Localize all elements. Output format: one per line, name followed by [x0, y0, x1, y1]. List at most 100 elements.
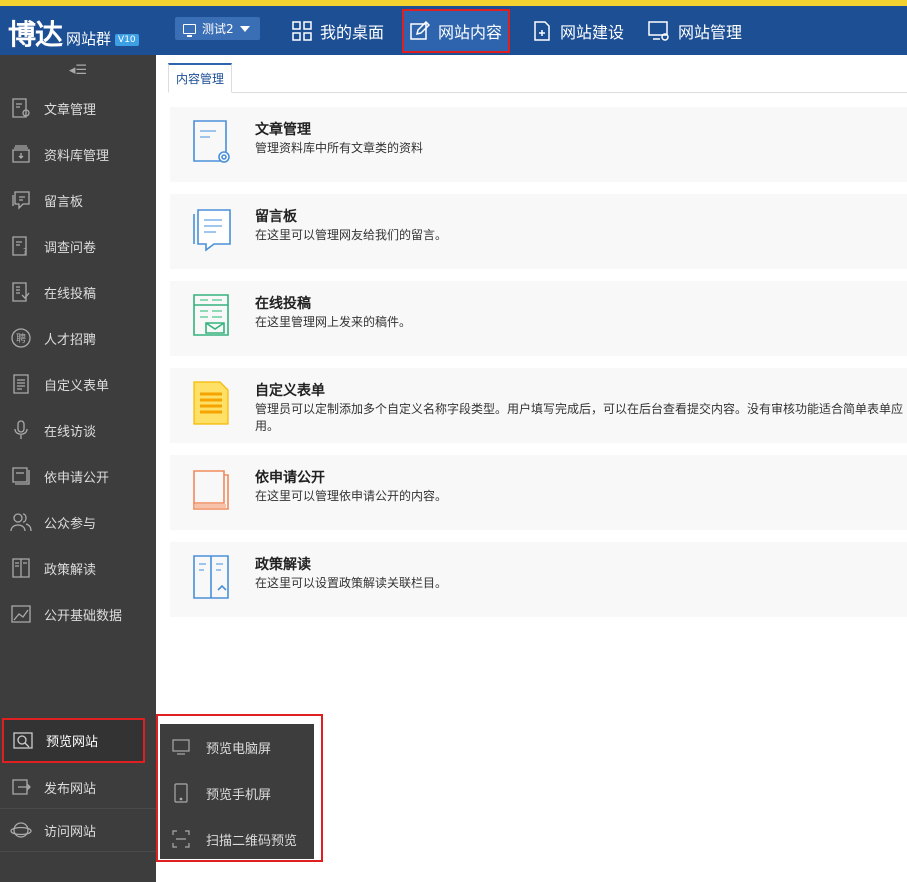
sidebar-item-label: 在线投稿 — [44, 286, 97, 302]
grid-icon — [292, 20, 312, 41]
sidebar-item-preview-site[interactable]: 预览网站 — [2, 718, 145, 763]
card-disclosure-request[interactable]: 依申请公开 在这里可以管理依申请公开的内容。 — [170, 455, 907, 530]
top-navbar: 博达 网站群 V10 测试2 我的桌面 网站内容 网站建设 网站管理 — [0, 0, 907, 55]
card-message-board[interactable]: 留言板 在这里可以管理网友给我们的留言。 — [170, 194, 907, 269]
preview-icon — [13, 731, 33, 749]
sidebar-item-label: 访问网站 — [44, 824, 97, 840]
disclosure-icon — [12, 467, 30, 485]
desktop-icon — [172, 739, 190, 755]
edit-icon — [410, 21, 431, 40]
tab-site-management[interactable]: 网站管理 — [636, 6, 754, 55]
card-online-submission[interactable]: 在线投稿 在这里管理网上发来的稿件。 — [170, 281, 907, 356]
sidebar-item-articles[interactable]: 文章管理 — [0, 85, 156, 131]
menu-item-preview-desktop[interactable]: 预览电脑屏 — [160, 724, 314, 770]
app-logo: 博达 网站群 V10 — [8, 14, 139, 52]
card-title: 依申请公开 — [255, 470, 325, 486]
card-description: 在这里可以设置政策解读关联栏目。 — [255, 576, 448, 590]
svg-text:?: ? — [23, 247, 27, 256]
sidebar-item-label: 调查问卷 — [44, 240, 97, 256]
monitor-settings-icon — [648, 20, 669, 41]
sidebar-lower-actions: 发布网站 访问网站 — [0, 766, 156, 852]
submission-icon — [12, 282, 30, 302]
content-tab-bar: 内容管理 — [168, 63, 907, 93]
sidebar-item-custom-form[interactable]: 自定义表单 — [0, 361, 156, 407]
menu-item-label: 扫描二维码预览 — [206, 833, 298, 849]
people-icon — [10, 513, 32, 532]
sidebar-item-policy[interactable]: 政策解读 — [0, 545, 156, 591]
sidebar-item-label: 人才招聘 — [44, 332, 97, 348]
tab-label: 网站管理 — [678, 22, 743, 42]
mobile-icon — [174, 783, 188, 803]
card-description: 在这里可以管理依申请公开的内容。 — [255, 489, 448, 503]
caret-down-icon — [239, 25, 250, 32]
sidebar-item-message-board[interactable]: 留言板 — [0, 177, 156, 223]
sidebar-item-label: 留言板 — [44, 194, 84, 210]
sidebar-item-disclosure[interactable]: 依申请公开 — [0, 453, 156, 499]
card-description: 管理资料库中所有文章类的资料 — [255, 141, 424, 155]
sidebar-item-public-data[interactable]: 公开基础数据 — [0, 591, 156, 637]
publish-icon — [12, 779, 31, 795]
sidebar-item-label: 政策解读 — [44, 562, 97, 578]
card-article-management[interactable]: 文章管理 管理资料库中所有文章类的资料 — [170, 107, 907, 182]
card-description: 在这里可以管理网友给我们的留言。 — [255, 228, 448, 242]
article-icon — [12, 98, 30, 118]
form-icon — [193, 381, 229, 425]
sidebar-item-label: 预览网站 — [46, 735, 99, 750]
menu-item-preview-mobile[interactable]: 预览手机屏 — [160, 770, 314, 816]
sidebar-item-publish-site[interactable]: 发布网站 — [0, 766, 156, 809]
add-page-icon — [534, 20, 550, 41]
sidebar-item-public-participation[interactable]: 公众参与 — [0, 499, 156, 545]
menu-item-label: 预览电脑屏 — [206, 741, 272, 757]
sidebar-item-visit-site[interactable]: 访问网站 — [0, 809, 156, 852]
tab-site-content[interactable]: 网站内容 — [402, 9, 511, 53]
card-custom-form[interactable]: 自定义表单 管理员可以定制添加多个自定义名称字段类型。用户填写完成后，可以在后台… — [170, 368, 907, 443]
logo-version-badge: V10 — [115, 34, 139, 46]
sidebar-item-recruitment[interactable]: 聘 人才招聘 — [0, 315, 156, 361]
card-description: 在这里管理网上发来的稿件。 — [255, 315, 412, 329]
card-title: 在线投稿 — [255, 296, 311, 312]
microphone-icon — [14, 420, 28, 439]
sidebar-item-label: 资料库管理 — [44, 148, 110, 164]
tab-label: 网站建设 — [560, 22, 625, 42]
archive-icon — [12, 145, 30, 163]
sidebar-item-label: 公开基础数据 — [44, 608, 123, 624]
card-policy-interpretation[interactable]: 政策解读 在这里可以设置政策解读关联栏目。 — [170, 542, 907, 617]
monitor-icon — [183, 23, 196, 37]
planet-icon — [10, 822, 32, 838]
sidebar-item-survey[interactable]: ? 调查问卷 — [0, 223, 156, 269]
policy-icon — [193, 555, 229, 599]
sidebar-item-submission[interactable]: 在线投稿 — [0, 269, 156, 315]
message-icon — [12, 191, 30, 210]
survey-icon: ? — [12, 236, 27, 256]
sidebar-item-online-interview[interactable]: 在线访谈 — [0, 407, 156, 453]
collapse-menu-icon[interactable]: ◂☰ — [0, 55, 156, 85]
logo-sub-text: 网站群 — [66, 30, 112, 48]
card-title: 自定义表单 — [255, 383, 325, 399]
disclosure-icon — [193, 470, 229, 510]
sidebar-item-label: 公众参与 — [44, 516, 97, 532]
menu-item-qr-preview[interactable]: 扫描二维码预览 — [160, 816, 314, 862]
sidebar-item-label: 自定义表单 — [44, 378, 110, 394]
menu-item-label: 预览手机屏 — [206, 787, 272, 803]
svg-text:聘: 聘 — [16, 332, 26, 345]
sidebar-item-label: 发布网站 — [44, 781, 97, 797]
tab-site-building[interactable]: 网站建设 — [520, 6, 636, 55]
tab-my-desktop[interactable]: 我的桌面 — [280, 6, 396, 55]
card-description: 管理员可以定制添加多个自定义名称字段类型。用户填写完成后，可以在后台查看提交内容… — [255, 402, 904, 433]
policy-icon — [12, 558, 30, 578]
article-icon — [193, 120, 230, 163]
logo-main-text: 博达 — [8, 18, 63, 51]
tab-content-management[interactable]: 内容管理 — [168, 63, 233, 93]
card-title: 留言板 — [255, 209, 297, 225]
form-icon — [13, 374, 29, 394]
sidebar-item-label: 依申请公开 — [44, 470, 110, 486]
site-selector-value: 测试2 — [202, 22, 234, 36]
sidebar-item-label: 在线访谈 — [44, 424, 97, 440]
submission-icon — [193, 294, 229, 336]
preview-menu: 预览电脑屏 预览手机屏 扫描二维码预览 — [160, 724, 314, 859]
site-selector-dropdown[interactable]: 测试2 — [175, 17, 260, 40]
data-chart-icon — [11, 605, 31, 623]
qr-scan-icon — [172, 830, 190, 848]
tab-label: 我的桌面 — [320, 22, 385, 42]
sidebar-item-archive[interactable]: 资料库管理 — [0, 131, 156, 177]
